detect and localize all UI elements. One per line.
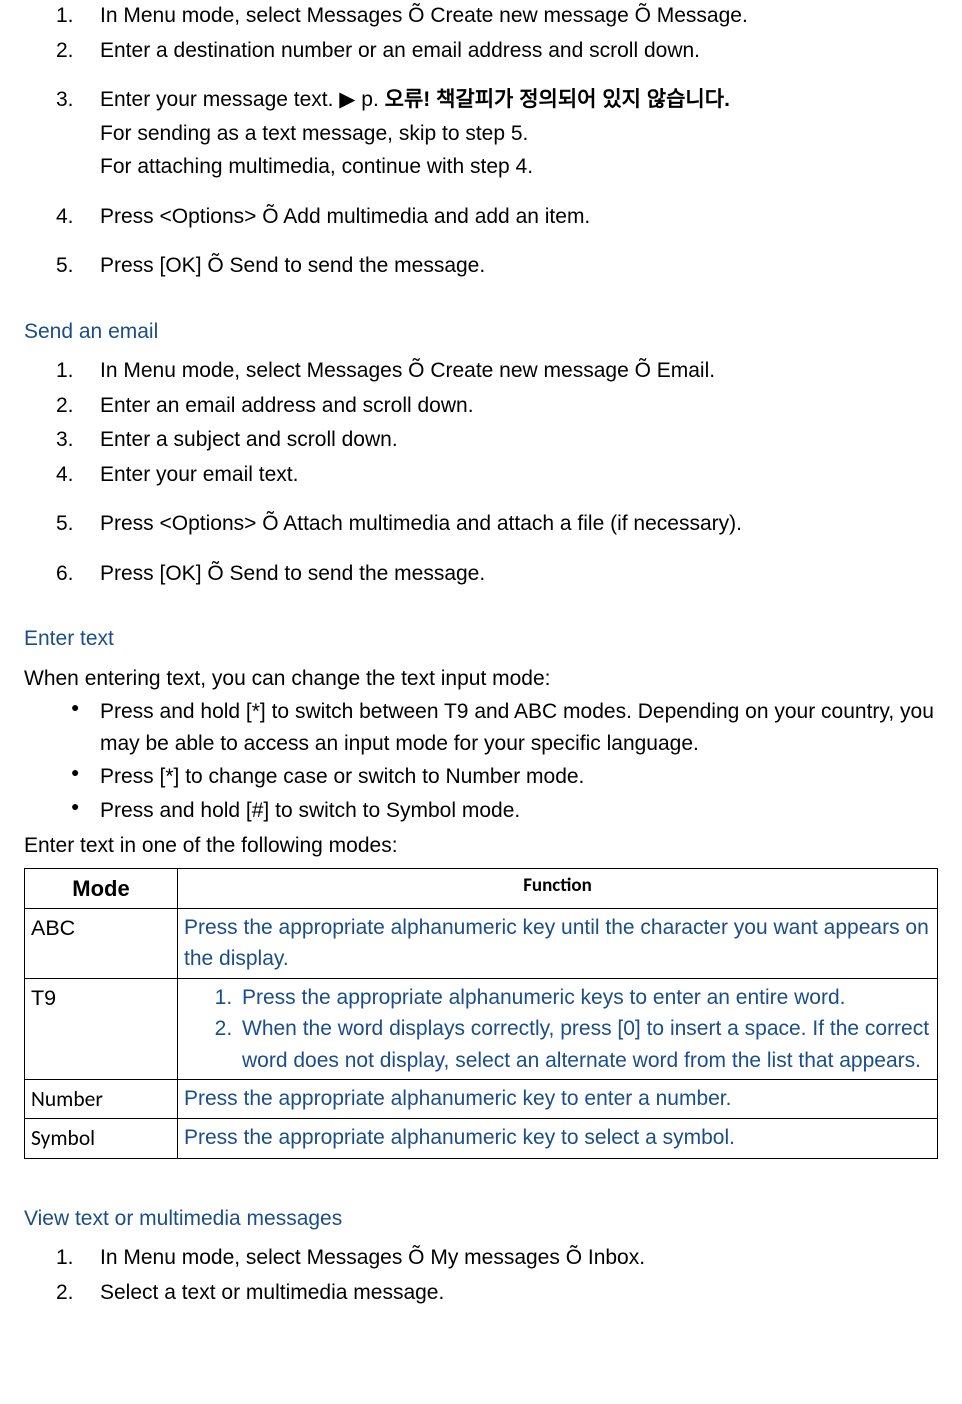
step-text: Press <Options> Õ Attach multimedia and …: [100, 512, 742, 535]
mode-cell: ABC: [25, 908, 178, 978]
list-item: 1. In Menu mode, select Messages Õ Creat…: [84, 355, 938, 387]
steps-section-2: 1. In Menu mode, select Messages Õ Creat…: [24, 355, 938, 589]
col-header-function: Function: [178, 868, 938, 908]
step-text: Enter your email text.: [100, 463, 298, 486]
step-number: 4.: [56, 459, 74, 491]
list-item: 2. Select a text or multimedia message.: [84, 1277, 938, 1309]
mode-cell: T9: [25, 978, 178, 1080]
intro-paragraph-2: Enter text in one of the following modes…: [24, 830, 938, 862]
steps-section-1: 1. In Menu mode, select Messages Õ Creat…: [24, 0, 938, 282]
list-item: 1. In Menu mode, select Messages Õ Creat…: [84, 0, 938, 32]
step-text: Press [OK] Õ Send to send the message.: [100, 562, 485, 585]
step-text: Enter an email address and scroll down.: [100, 394, 474, 417]
function-cell: Press the appropriate alphanumeric key t…: [178, 1080, 938, 1119]
step-number: 6.: [56, 558, 74, 590]
sub-note: For attaching multimedia, continue with …: [100, 151, 938, 183]
step-number: 1.: [56, 1242, 74, 1274]
modes-table: Mode Function ABC Press the appropriate …: [24, 868, 938, 1159]
function-cell: Press the appropriate alphanumeric key u…: [178, 908, 938, 978]
list-item: 4. Enter your email text.: [84, 459, 938, 491]
list-item: 5. Press <Options> Õ Attach multimedia a…: [84, 508, 938, 540]
error-text: 오류! 책갈피가 정의되어 있지 않습니다.: [385, 88, 730, 111]
step-number: 5.: [56, 508, 74, 540]
step-number: 5.: [56, 250, 74, 282]
step-number: 2.: [56, 1277, 74, 1309]
table-row: Symbol Press the appropriate alphanumeri…: [25, 1119, 938, 1158]
step-number: 4.: [56, 201, 74, 233]
bullet-text: Press [*] to change case or switch to Nu…: [100, 765, 584, 788]
step-number: 3.: [56, 84, 74, 116]
bullet-text: Press and hold [#] to switch to Symbol m…: [100, 799, 520, 822]
function-cell: Press the appropriate alphanumeric keys …: [178, 978, 938, 1080]
table-row: ABC Press the appropriate alphanumeric k…: [25, 908, 938, 978]
step-text: In Menu mode, select Messages Õ Create n…: [100, 359, 715, 382]
list-item: 6. Press [OK] Õ Send to send the message…: [84, 558, 938, 590]
list-item: 2. Enter an email address and scroll dow…: [84, 390, 938, 422]
list-item: 1. In Menu mode, select Messages Õ My me…: [84, 1242, 938, 1274]
list-item: Press and hold [#] to switch to Symbol m…: [84, 795, 938, 827]
bullet-text: Press and hold [*] to switch between T9 …: [100, 700, 934, 755]
heading-enter-text: Enter text: [24, 623, 938, 655]
step-text: In Menu mode, select Messages Õ Create n…: [100, 4, 748, 27]
list-item: 3. Enter your message text. ▶ p. 오류! 책갈피…: [84, 84, 938, 183]
step-number: 1.: [56, 355, 74, 387]
list-item: 2. Enter a destination number or an emai…: [84, 35, 938, 67]
triangle-icon: ▶: [339, 88, 355, 111]
table-row: Number Press the appropriate alphanumeri…: [25, 1080, 938, 1119]
sub-note: For sending as a text message, skip to s…: [100, 118, 938, 150]
step-text: Enter a subject and scroll down.: [100, 428, 398, 451]
list-item: 3. Enter a subject and scroll down.: [84, 424, 938, 456]
list-item: 5. Press [OK] Õ Send to send the message…: [84, 250, 938, 282]
heading-view-messages: View text or multimedia messages: [24, 1203, 938, 1235]
step-text-post: p.: [355, 88, 384, 111]
step-number: 3.: [56, 424, 74, 456]
step-number: 1.: [56, 0, 74, 32]
step-text: Press [OK] Õ Send to send the message.: [100, 254, 485, 277]
step-text: Select a text or multimedia message.: [100, 1281, 444, 1304]
steps-section-4: 1. In Menu mode, select Messages Õ My me…: [24, 1242, 938, 1308]
step-text: Press <Options> Õ Add multimedia and add…: [100, 205, 590, 228]
table-row: T9 Press the appropriate alphanumeric ke…: [25, 978, 938, 1080]
t9-step: When the word displays correctly, press …: [238, 1013, 931, 1076]
mode-cell: Number: [25, 1080, 178, 1119]
list-item: 4. Press <Options> Õ Add multimedia and …: [84, 201, 938, 233]
list-item: Press and hold [*] to switch between T9 …: [84, 696, 938, 759]
intro-paragraph: When entering text, you can change the t…: [24, 663, 938, 695]
t9-step: Press the appropriate alphanumeric keys …: [238, 982, 931, 1014]
step-number: 2.: [56, 35, 74, 67]
mode-cell: Symbol: [25, 1119, 178, 1158]
heading-send-email: Send an email: [24, 316, 938, 348]
list-item: Press [*] to change case or switch to Nu…: [84, 761, 938, 793]
step-number: 2.: [56, 390, 74, 422]
bullet-list: Press and hold [*] to switch between T9 …: [24, 696, 938, 826]
step-text: Enter a destination number or an email a…: [100, 39, 700, 62]
col-header-mode: Mode: [25, 868, 178, 908]
step-text-pre: Enter your message text.: [100, 88, 339, 111]
step-text: In Menu mode, select Messages Õ My messa…: [100, 1246, 645, 1269]
function-cell: Press the appropriate alphanumeric key t…: [178, 1119, 938, 1158]
